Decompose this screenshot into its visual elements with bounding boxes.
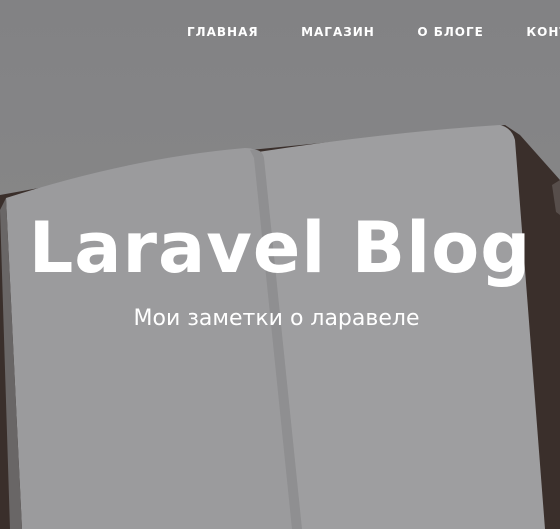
- nav-item-shop[interactable]: МАГАЗИН: [301, 22, 375, 42]
- nav-item-about[interactable]: О БЛОГЕ: [417, 22, 484, 42]
- nav-item-home[interactable]: ГЛАВНАЯ: [187, 22, 259, 42]
- nav-item-contacts[interactable]: КОНТАКТЫ: [526, 22, 560, 42]
- page-subtitle: Мои заметки о ларавеле: [133, 306, 420, 331]
- page-title: Laravel Blog: [28, 207, 532, 289]
- main-nav: ГЛАВНАЯ МАГАЗИН О БЛОГЕ КОНТАКТЫ: [187, 22, 560, 42]
- hero-section: ГЛАВНАЯ МАГАЗИН О БЛОГЕ КОНТАКТЫ Laravel…: [0, 0, 560, 529]
